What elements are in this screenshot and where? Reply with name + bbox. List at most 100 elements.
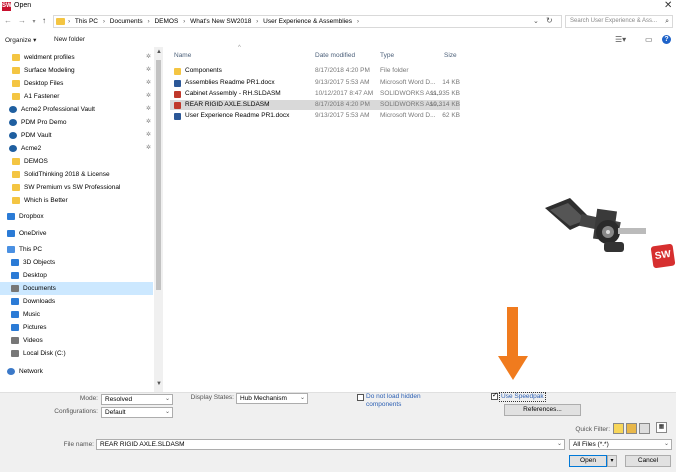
filter-drawings-icon[interactable] bbox=[639, 423, 650, 434]
references-button[interactable]: References... bbox=[504, 404, 581, 416]
nav-item[interactable]: Which is Better bbox=[0, 194, 153, 207]
view-options-icon[interactable]: ☰▾ bbox=[615, 35, 626, 44]
speedpak-checkbox[interactable]: ✓ bbox=[491, 392, 498, 400]
nav-item-label: Pictures bbox=[23, 324, 47, 331]
mode-select[interactable]: Resolved ⌄ bbox=[101, 394, 173, 405]
nav-item-label: Which is Better bbox=[24, 197, 68, 204]
nav-item[interactable]: Acme2 ✲ bbox=[0, 142, 153, 155]
breadcrumb-documents[interactable]: Documents bbox=[110, 18, 143, 25]
file-row[interactable]: REAR RIGID AXLE.SLDASM 8/17/2018 4:20 PM S… bbox=[170, 100, 460, 110]
nav-item[interactable]: Videos bbox=[0, 334, 153, 347]
pin-icon[interactable]: ✲ bbox=[146, 116, 151, 129]
file-row[interactable]: Components 8/17/2018 4:20 PM File folder bbox=[170, 66, 460, 76]
nav-item-label: Desktop Files bbox=[24, 80, 64, 87]
nav-item[interactable]: DEMOS bbox=[0, 155, 153, 168]
nav-item[interactable]: Downloads bbox=[0, 295, 153, 308]
organize-button[interactable]: Organize ▾ bbox=[5, 36, 36, 44]
nav-item[interactable]: Pictures bbox=[0, 321, 153, 334]
filter-parts-icon[interactable] bbox=[613, 423, 624, 434]
configurations-select[interactable]: Default ⌄ bbox=[101, 407, 173, 418]
file-type-select[interactable]: All Files (*.*) ⌄ bbox=[569, 439, 672, 450]
nav-item[interactable]: OneDrive bbox=[0, 227, 153, 240]
file-type-value: All Files (*.*) bbox=[573, 441, 609, 448]
filter-assemblies-icon[interactable] bbox=[626, 423, 637, 434]
nav-item[interactable]: Desktop bbox=[0, 269, 153, 282]
chevron-down-icon[interactable]: ⌄ bbox=[533, 17, 539, 25]
file-name-value: REAR RIGID AXLE.SLDASM bbox=[100, 441, 185, 448]
folder-icon bbox=[56, 18, 65, 25]
navigation-bar: ← → ▾ ↑ › This PC › Documents › DEMOS › … bbox=[0, 13, 676, 30]
nav-item[interactable]: A1 Fastener ✲ bbox=[0, 90, 153, 103]
net-icon bbox=[7, 368, 15, 375]
nav-item[interactable]: Music bbox=[0, 308, 153, 321]
nav-item[interactable]: Network bbox=[0, 365, 153, 378]
file-date: 8/17/2018 4:20 PM bbox=[315, 67, 370, 74]
refresh-icon[interactable]: ↻ bbox=[546, 16, 553, 25]
preview-pane-icon[interactable]: ▭ bbox=[645, 35, 653, 44]
folder-icon bbox=[12, 67, 20, 74]
nav-scrollbar-thumb[interactable] bbox=[156, 60, 161, 290]
blue-icon bbox=[11, 298, 19, 305]
hidden-components-checkbox[interactable] bbox=[357, 394, 364, 401]
nav-item[interactable]: PDM Vault ✲ bbox=[0, 129, 153, 142]
nav-item[interactable]: PDM Pro Demo ✲ bbox=[0, 116, 153, 129]
breadcrumb-demos[interactable]: DEMOS bbox=[154, 18, 178, 25]
up-arrow-icon[interactable]: ↑ bbox=[39, 16, 49, 25]
file-name-input[interactable]: REAR RIGID AXLE.SLDASM ⌄ bbox=[96, 439, 565, 450]
file-type: Microsoft Word D... bbox=[380, 79, 436, 86]
open-dropdown-button[interactable]: ▾ bbox=[607, 455, 617, 467]
new-folder-button[interactable]: New folder bbox=[54, 36, 85, 43]
nav-item[interactable]: Local Disk (C:) bbox=[0, 347, 153, 360]
pin-icon[interactable]: ✲ bbox=[146, 90, 151, 103]
back-arrow-icon[interactable]: ← bbox=[3, 16, 13, 25]
nav-item[interactable]: weldment profiles ✲ bbox=[0, 51, 153, 64]
pin-icon[interactable]: ✲ bbox=[146, 51, 151, 64]
pin-icon[interactable]: ✲ bbox=[146, 103, 151, 116]
address-bar[interactable]: › This PC › Documents › DEMOS › What's N… bbox=[53, 15, 562, 28]
nav-item[interactable]: Surface Modeling ✲ bbox=[0, 64, 153, 77]
pin-icon[interactable]: ✲ bbox=[146, 142, 151, 155]
column-header-date[interactable]: Date modified bbox=[315, 52, 355, 59]
nav-item[interactable]: SolidThinking 2018 & License bbox=[0, 168, 153, 181]
filter-top-level-icon[interactable]: ▦ bbox=[656, 422, 667, 433]
search-input[interactable]: Search User Experience & Ass... ⌕ bbox=[565, 15, 673, 28]
close-icon[interactable]: ✕ bbox=[664, 0, 672, 11]
help-icon[interactable]: ? bbox=[662, 35, 671, 44]
nav-item[interactable]: Desktop Files ✲ bbox=[0, 77, 153, 90]
folder-file-icon bbox=[174, 68, 181, 75]
folder-icon bbox=[12, 184, 20, 191]
display-states-select[interactable]: Hub Mechanism ⌄ bbox=[236, 393, 308, 404]
cancel-button[interactable]: Cancel bbox=[625, 455, 671, 467]
open-button[interactable]: Open bbox=[569, 455, 607, 467]
solidworks-app-icon: SW bbox=[2, 2, 12, 11]
file-row[interactable]: User Experience Readme PR1.docx 9/13/2017… bbox=[170, 111, 460, 121]
file-date: 9/13/2017 5:53 AM bbox=[315, 79, 370, 86]
column-header-size[interactable]: Size bbox=[444, 52, 457, 59]
nav-item[interactable]: Dropbox bbox=[0, 210, 153, 223]
pin-icon[interactable]: ✲ bbox=[146, 77, 151, 90]
file-date: 9/13/2017 5:53 AM bbox=[315, 112, 370, 119]
file-row[interactable]: Cabinet Assembly - RH.SLDASM 10/12/2017 8… bbox=[170, 89, 460, 99]
nav-item[interactable]: SW Premium vs SW Professional bbox=[0, 181, 153, 194]
nav-item-label: Surface Modeling bbox=[24, 67, 75, 74]
file-row[interactable]: Assemblies Readme PR1.docx 9/13/2017 5:53… bbox=[170, 78, 460, 88]
recent-dropdown-icon[interactable]: ▾ bbox=[29, 18, 39, 25]
scroll-up-icon[interactable]: ▲ bbox=[156, 49, 162, 55]
nav-item[interactable]: 3D Objects bbox=[0, 256, 153, 269]
column-header-name[interactable]: Name bbox=[174, 52, 191, 59]
breadcrumb-this-pc[interactable]: This PC bbox=[75, 18, 98, 25]
scroll-down-icon[interactable]: ▼ bbox=[156, 381, 162, 387]
nav-item[interactable]: This PC bbox=[0, 243, 153, 256]
configurations-label: Configurations: bbox=[54, 408, 98, 415]
pc-icon bbox=[7, 246, 15, 253]
nav-item[interactable]: Documents bbox=[0, 282, 153, 295]
breadcrumb-whats-new[interactable]: What's New SW2018 bbox=[190, 18, 251, 25]
breadcrumb-user-experience[interactable]: User Experience & Assemblies bbox=[263, 18, 352, 25]
forward-arrow-icon[interactable]: → bbox=[17, 16, 27, 25]
pin-icon[interactable]: ✲ bbox=[146, 129, 151, 142]
file-name-label: File name: bbox=[63, 441, 94, 448]
column-header-type[interactable]: Type bbox=[380, 52, 394, 59]
nav-item[interactable]: Acme2 Professional Vault ✲ bbox=[0, 103, 153, 116]
pin-icon[interactable]: ✲ bbox=[146, 64, 151, 77]
nav-item-label: PDM Pro Demo bbox=[21, 119, 67, 126]
